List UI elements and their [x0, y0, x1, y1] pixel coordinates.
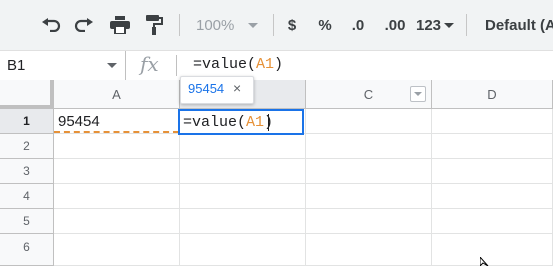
cell-c5[interactable] [306, 209, 432, 234]
cell-b5[interactable] [180, 209, 306, 234]
print-icon [110, 16, 130, 34]
cell-b3[interactable] [180, 159, 306, 184]
print-button[interactable] [106, 10, 134, 40]
cell-a1-value: 95454 [58, 113, 100, 130]
percent-format-button[interactable]: % [313, 10, 337, 40]
cell-d4[interactable] [432, 184, 553, 209]
toolbar-divider [466, 14, 467, 36]
chevron-down-icon [107, 63, 117, 68]
redo-icon [74, 18, 93, 32]
toolbar: 100% $ % .0 .00 123 Default (Ari [0, 0, 553, 50]
chevron-down-icon [444, 22, 455, 28]
row-header-1[interactable]: 1 [0, 109, 54, 134]
row-header-6[interactable]: 6 [0, 234, 54, 266]
column-header-d[interactable]: D [432, 80, 553, 109]
undo-icon [42, 18, 61, 32]
column-menu-button[interactable] [410, 86, 426, 102]
redo-button[interactable] [70, 10, 98, 40]
cell-d5[interactable] [432, 209, 553, 234]
cell-c6[interactable] [306, 234, 432, 266]
row-header-5[interactable]: 5 [0, 209, 54, 234]
decrease-decimal-button[interactable]: .0 [345, 10, 371, 40]
formula-reference: A1 [256, 56, 275, 73]
column-header-a[interactable]: A [54, 80, 180, 109]
cell-c4[interactable] [306, 184, 432, 209]
more-formats-button[interactable]: 123 [414, 10, 456, 40]
row-header-3[interactable]: 3 [0, 159, 54, 184]
fx-icon: fx [140, 52, 159, 76]
zoom-label: 100% [196, 16, 235, 34]
cell-d1[interactable] [432, 109, 553, 134]
font-select[interactable]: Default (Ari [476, 10, 553, 40]
chevron-down-icon [248, 22, 259, 28]
name-box-value: B1 [7, 57, 26, 74]
increase-decimal-button[interactable]: .00 [380, 10, 410, 40]
row-header-2[interactable]: 2 [0, 134, 54, 159]
formula-divider [176, 55, 177, 76]
formula-input[interactable]: =value(A1) [193, 56, 283, 73]
row-header-4[interactable]: 4 [0, 184, 54, 209]
name-box[interactable]: B1 [0, 51, 126, 80]
toolbar-divider [273, 14, 274, 36]
cell-d3[interactable] [432, 159, 553, 184]
cell-a3[interactable] [54, 159, 180, 184]
cell-a4[interactable] [54, 184, 180, 209]
mouse-cursor-icon [480, 257, 489, 266]
currency-format-button[interactable]: $ [280, 10, 304, 40]
sheet-grid: A B C D 1 2 3 4 5 6 95454 =value(A1) 954… [0, 76, 553, 266]
cell-b2[interactable] [180, 134, 306, 159]
cell-editor-text: =value(A1) [183, 114, 273, 131]
toolbar-divider [179, 14, 180, 36]
cell-a2[interactable] [54, 134, 180, 159]
cell-c1[interactable] [306, 109, 432, 134]
font-label: Default (Ari [485, 16, 553, 34]
cell-a5[interactable] [54, 209, 180, 234]
text-cursor [268, 114, 269, 131]
formula-bar: B1 fx =value(A1) [0, 50, 553, 81]
close-icon[interactable]: × [233, 80, 241, 96]
cell-c2[interactable] [306, 134, 432, 159]
cell-b6[interactable] [180, 234, 306, 266]
paint-format-icon [146, 15, 163, 35]
cell-editor[interactable]: =value(A1) [178, 109, 304, 135]
cell-c3[interactable] [306, 159, 432, 184]
formula-preview-tooltip: 95454 × [180, 76, 254, 104]
undo-button[interactable] [37, 10, 65, 40]
preview-value: 95454 [188, 81, 225, 96]
paint-format-button[interactable] [140, 10, 168, 40]
zoom-select[interactable]: 100% [190, 10, 270, 40]
cell-a6[interactable] [54, 234, 180, 266]
select-all-corner[interactable] [0, 80, 54, 109]
cell-b4[interactable] [180, 184, 306, 209]
cell-d2[interactable] [432, 134, 553, 159]
editor-reference: A1 [246, 114, 265, 131]
reference-highlight [54, 131, 179, 133]
cell-d6[interactable] [432, 234, 553, 266]
